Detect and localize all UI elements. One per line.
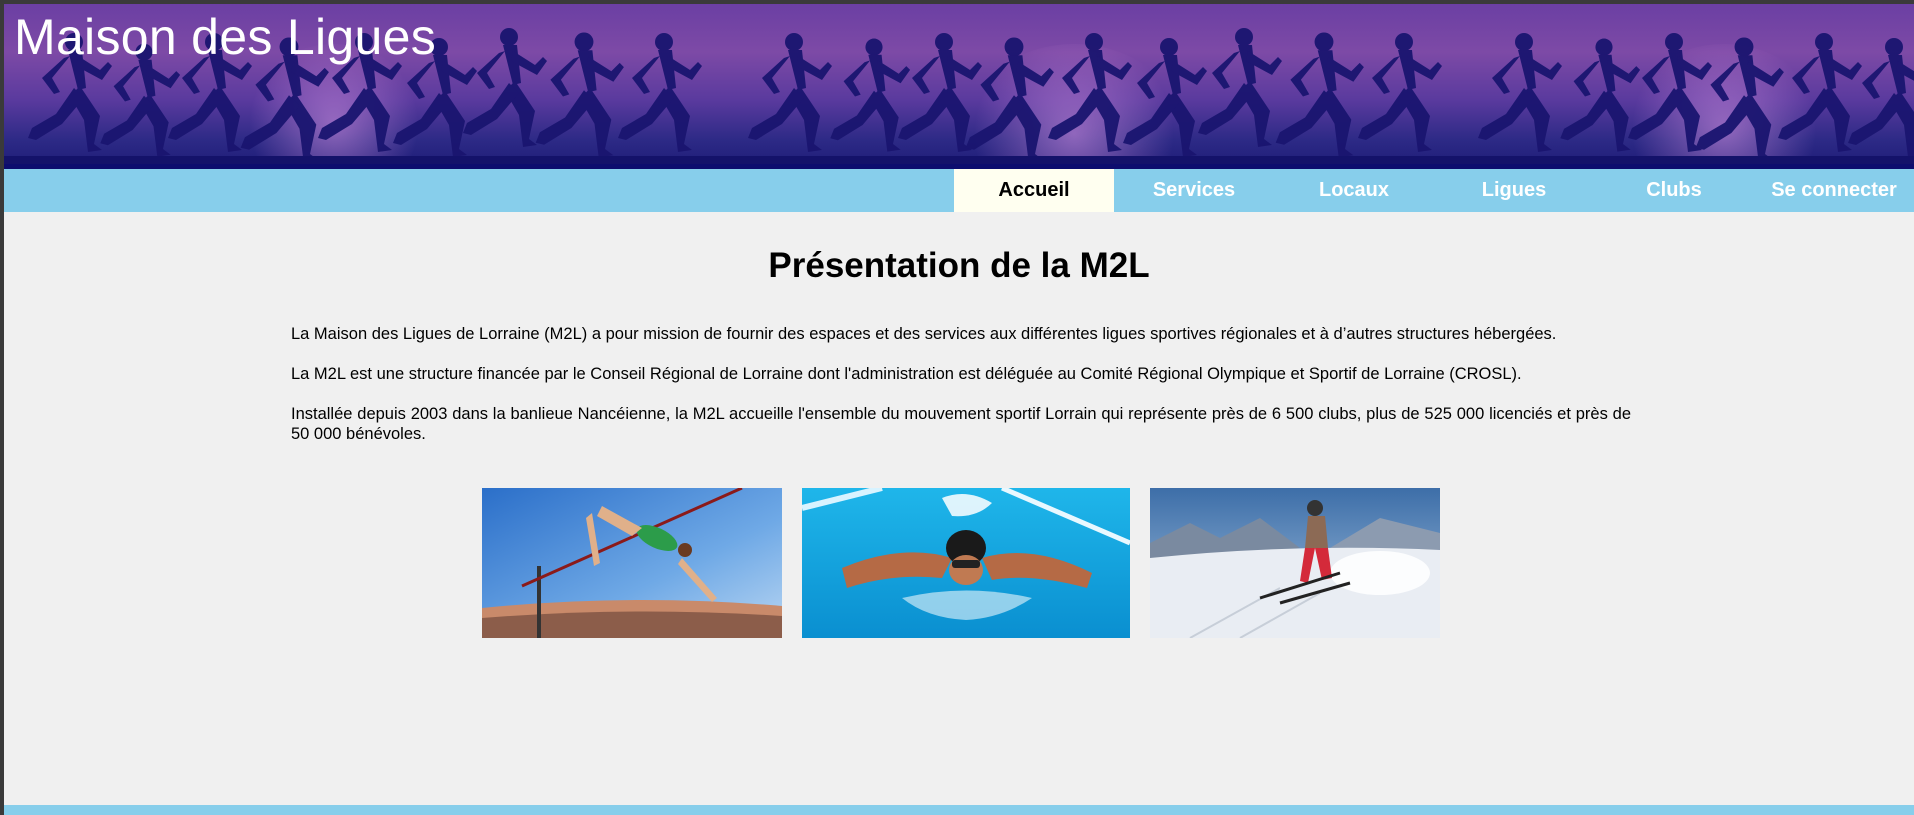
main-nav: Accueil Services Locaux Ligues Clubs Se … [4, 169, 1914, 212]
skiing-photo [1150, 488, 1440, 638]
sports-gallery [4, 488, 1914, 638]
footer-bar [4, 805, 1914, 815]
site-title: Maison des Ligues [14, 9, 437, 65]
nav-item-ligues[interactable]: Ligues [1434, 169, 1594, 212]
nav-item-locaux[interactable]: Locaux [1274, 169, 1434, 212]
nav-item-clubs[interactable]: Clubs [1594, 169, 1754, 212]
nav-item-services[interactable]: Services [1114, 169, 1274, 212]
nav-list: Accueil Services Locaux Ligues Clubs Se … [954, 169, 1914, 212]
paragraph-history: Installée depuis 2003 dans la banlieue N… [291, 405, 1631, 443]
high-jump-photo [482, 488, 782, 638]
nav-item-accueil[interactable]: Accueil [954, 169, 1114, 212]
swimming-photo [802, 488, 1130, 638]
paragraph-funding: La M2L est une structure financée par le… [291, 365, 1522, 383]
presentation-text: La Maison des Ligues de Lorraine (M2L) a… [291, 324, 1631, 464]
browser-viewport: Maison des Ligues Accueil Services Locau… [4, 4, 1914, 815]
paragraph-mission: La Maison des Ligues de Lorraine (M2L) a… [291, 325, 1557, 343]
nav-item-se-connecter[interactable]: Se connecter [1754, 169, 1914, 212]
page-title: Présentation de la M2L [768, 246, 1150, 285]
header-banner: Maison des Ligues [4, 4, 1914, 164]
